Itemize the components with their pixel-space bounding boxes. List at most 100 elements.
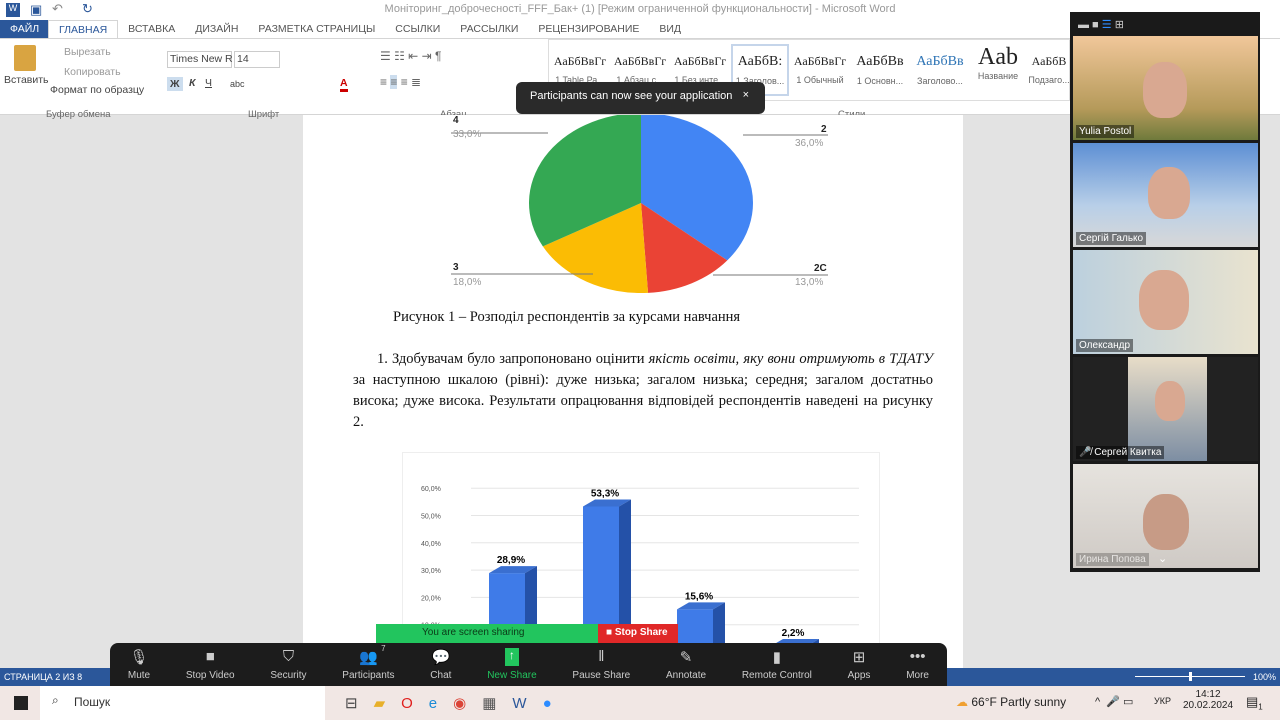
toolbar-label: Annotate (666, 670, 707, 681)
notification-text: Participants can now see your applicatio… (530, 90, 733, 102)
task-view-icon: ⊟ (345, 695, 374, 712)
tab-view[interactable]: ВИД (649, 20, 691, 38)
clock[interactable]: 14:12 20.02.2024 (1183, 689, 1233, 711)
tab-layout[interactable]: РАЗМЕТКА СТРАНИЦЫ (248, 20, 385, 38)
apps-button[interactable]: ⊞ Apps (848, 648, 871, 681)
pie-value: 33,0% (453, 129, 482, 140)
cut-button[interactable]: Вырезать (64, 46, 111, 58)
sharing-status: You are screen sharing (376, 624, 598, 643)
toolbar-label: Mute (127, 670, 151, 681)
tab-design[interactable]: ДИЗАЙН (185, 20, 248, 38)
system-tray[interactable]: ^ 🎤 ▭ (1095, 695, 1133, 708)
opera-icon: O (401, 695, 429, 712)
new-share-button[interactable]: ↑ New Share (487, 648, 537, 681)
video-tile[interactable]: Yulia Postol (1073, 36, 1258, 140)
bold-button[interactable]: Ж (167, 77, 183, 91)
list-icons[interactable]: ☰ ☷ ⇤ ⇥ ¶ (380, 49, 441, 63)
italic-button[interactable]: К (189, 77, 195, 89)
pie-label: 2 (821, 124, 827, 135)
style-item[interactable]: АаБбВвГг 1 Обычный (791, 54, 849, 85)
muted-participant: 🎤̸ Сергей Квитка (1076, 446, 1165, 459)
format-painter-button[interactable]: Формат по образцу (50, 84, 144, 96)
share-icon: ↑ (504, 648, 519, 666)
participant-count: 7 (381, 644, 386, 653)
chevron-down-icon[interactable]: ⌄ (1158, 552, 1167, 565)
participants-button[interactable]: 👥 7 Participants (342, 644, 394, 681)
style-item[interactable]: АаБбВв Заголово... (911, 54, 969, 86)
toolbar-label: New Share (487, 670, 537, 681)
apps-icon: ⊞ (852, 649, 866, 666)
pinned-apps[interactable]: ⊟▰Oe◉▦W● (345, 694, 568, 712)
remote-control-button[interactable]: ▮ Remote Control (742, 648, 812, 681)
tab-mailings[interactable]: РАССЫЛКИ (450, 20, 528, 38)
emphasis: якість освіти, яку вони отримують в ТДАТ… (648, 351, 933, 367)
y-tick-label: 50,0% (421, 514, 441, 521)
annotate-button[interactable]: ✎ Annotate (666, 648, 706, 681)
video-tile[interactable]: Олександр (1073, 250, 1258, 354)
mouse-icon: ▮ (772, 649, 781, 666)
style-item[interactable]: АаБбВвГг 1 Без инте... (671, 54, 729, 85)
copy-button[interactable]: Копировать (64, 66, 121, 78)
video-tile[interactable]: Сергій Галько (1073, 143, 1258, 247)
mute-button[interactable]: 🎙 Mute (128, 648, 150, 681)
bar-value-label: 2,2% (782, 628, 805, 639)
bar-value-label: 53,3% (591, 488, 619, 499)
pause-share-button[interactable]: ‖ Pause Share (572, 648, 630, 681)
shield-icon: ⛉ (282, 648, 295, 665)
font-name-select[interactable]: Times New R (167, 51, 233, 68)
more-button[interactable]: ••• More (906, 648, 929, 681)
pencil-icon: ✎ (679, 649, 693, 666)
word-taskbar-icon: W (512, 695, 543, 712)
windows-taskbar: ⌕ Пошук ⊟▰Oe◉▦W● ☁ 66°F Partly sunny ^ 🎤 … (0, 686, 1280, 720)
participant-video-panel: ▬ ■ ☰ ⊞ Yulia Postol Сергій Галько Олекс… (1070, 12, 1260, 572)
weather[interactable]: ☁ 66°F Partly sunny (956, 695, 1066, 709)
explorer-icon: ▰ (373, 695, 402, 712)
taskbar-search[interactable]: ⌕ Пошук (40, 686, 325, 720)
tab-references[interactable]: ССЫЛКИ (385, 20, 450, 38)
pie-value: 36,0% (795, 138, 824, 149)
y-tick-label: 60,0% (421, 486, 441, 493)
toolbar-label: Security (270, 670, 307, 681)
figure-caption: Рисунок 1 – Розподіл респондентів за кур… (393, 309, 741, 325)
toolbar-label: Remote Control (741, 670, 812, 681)
windows-start-icon[interactable] (14, 696, 28, 710)
chat-icon: 💬 (431, 649, 451, 666)
calculator-icon: ▦ (482, 695, 513, 712)
notification-icon[interactable]: ▤1 (1246, 694, 1263, 712)
paste-icon (14, 45, 36, 71)
page-count[interactable]: СТРАНИЦА 2 ИЗ 8 (4, 672, 82, 682)
tab-file[interactable]: ФАЙЛ (0, 20, 48, 38)
pie-label: 3 (453, 262, 459, 273)
align-icons[interactable]: ≡ ≡ ≡ ≣ (380, 75, 421, 89)
font-color-icon[interactable]: A (340, 77, 348, 92)
stop-share-button[interactable]: ■ Stop Share (598, 624, 678, 643)
stop-video-button[interactable]: ■ Stop Video (186, 648, 235, 681)
zoom-slider[interactable] (1135, 672, 1245, 681)
style-item[interactable]: Aab Название (969, 44, 1027, 81)
view-controls[interactable]: ▬ ■ ☰ ⊞ (1078, 18, 1124, 31)
security-button[interactable]: ⛉ Security (270, 648, 306, 681)
strikethrough-button[interactable]: abc (230, 79, 245, 89)
underline-button[interactable]: Ч (205, 77, 212, 89)
close-icon[interactable]: × (743, 89, 749, 101)
edge-icon: e (428, 695, 454, 712)
tab-home[interactable]: ГЛАВНАЯ (48, 20, 119, 38)
tab-insert[interactable]: ВСТАВКА (118, 20, 185, 38)
paste-button[interactable]: Вставить (4, 74, 49, 86)
style-item[interactable]: АаБбВвГг 1 Абзац с... (611, 54, 669, 85)
video-tile[interactable]: 🎤̸ Сергей Квитка (1073, 357, 1258, 461)
toolbar-label: Pause Share (572, 670, 631, 681)
style-item[interactable]: АаБбВв 1 Основн... (851, 54, 909, 86)
pie-label: 2С (814, 263, 827, 274)
share-notification: Participants can now see your applicatio… (516, 82, 765, 114)
tab-review[interactable]: РЕЦЕНЗИРОВАНИЕ (528, 20, 649, 38)
font-size-select[interactable]: 14 (234, 51, 280, 68)
style-item[interactable]: АаБбВвГг 1 Table Ра... (551, 54, 609, 85)
chat-button[interactable]: 💬 Chat (430, 648, 451, 681)
pause-icon: ‖ (598, 648, 605, 665)
pie-value: 13,0% (795, 277, 824, 288)
style-item[interactable]: АаБбВ Подзаго... (1027, 54, 1071, 85)
pie-chart (451, 115, 828, 293)
zoom-level[interactable]: 100% (1253, 672, 1276, 682)
language-indicator[interactable]: УКР (1154, 696, 1171, 706)
